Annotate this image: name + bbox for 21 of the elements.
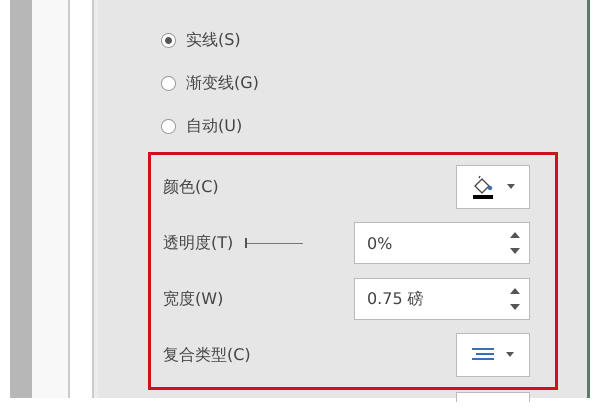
setting-label: 复合类型(C) (163, 344, 251, 366)
spin-field[interactable]: 0% (354, 222, 530, 264)
color-dropdown[interactable] (456, 165, 530, 209)
radio-label: 实线(S) (186, 30, 241, 50)
spin-field[interactable]: 0.75 磅 (354, 278, 530, 320)
radio-button[interactable] (161, 76, 176, 90)
radio-label: 自动(U) (186, 116, 242, 136)
lines-icon (471, 347, 495, 363)
spin-arrows-icon (509, 230, 521, 256)
paint-bucket-icon (470, 174, 496, 200)
radio-button[interactable] (161, 118, 176, 134)
setting-label: 透明度(T) (163, 232, 234, 254)
radio-button[interactable] (161, 32, 176, 48)
scrollbar[interactable] (10, 0, 32, 398)
caret-icon (505, 352, 515, 358)
setting-label: 宽度(W) (163, 288, 224, 310)
radio-label: 渐变线(G) (186, 72, 259, 94)
compound-type-dropdown[interactable] (456, 333, 530, 377)
setting-label: 颜色(C) (163, 176, 219, 198)
caret-icon (506, 184, 516, 190)
spin-arrows-icon (509, 286, 521, 312)
